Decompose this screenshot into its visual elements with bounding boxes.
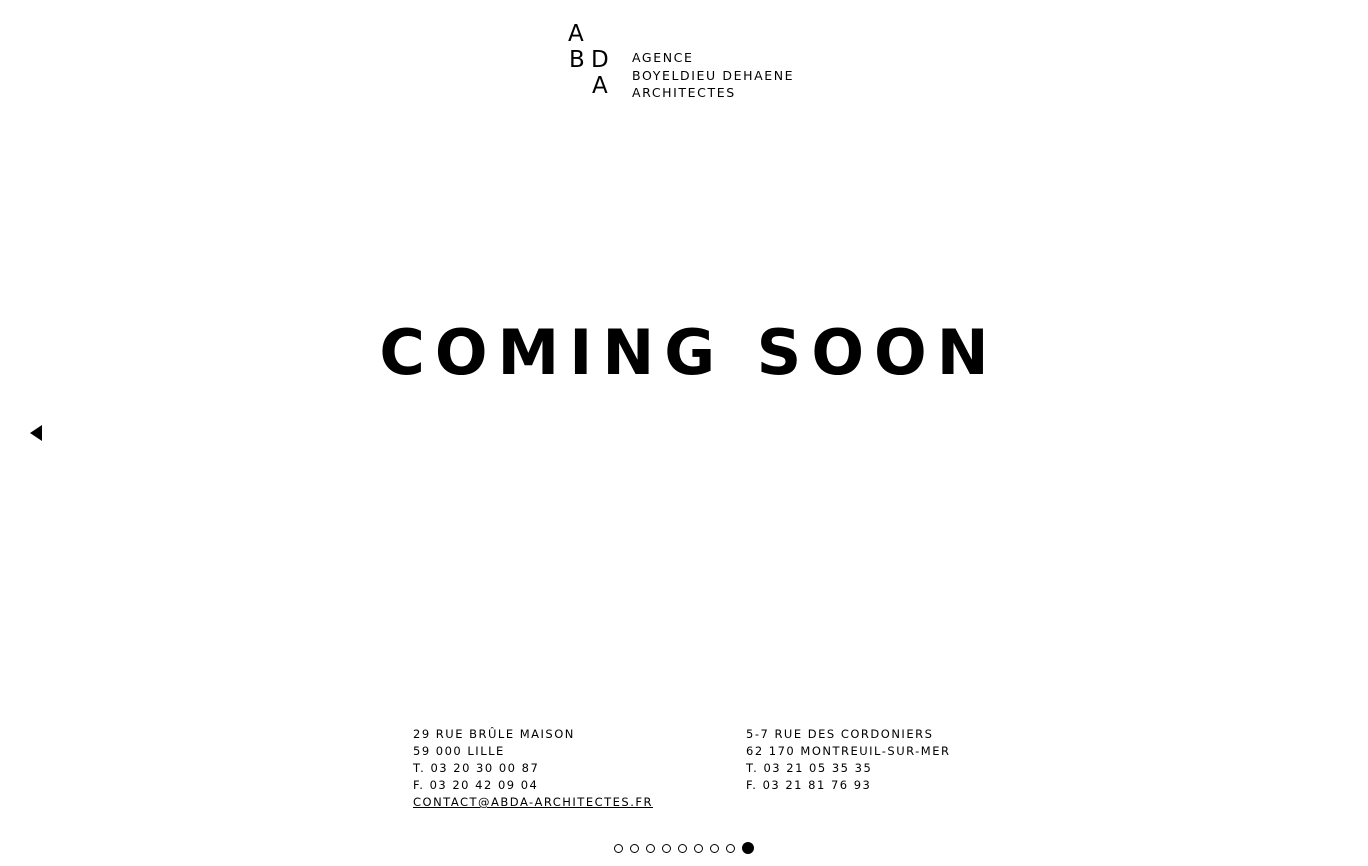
logo-mark-letter: D [591,47,609,73]
office-phone: T. 03 21 05 35 35 [746,761,873,775]
logo-mark-letter: A [568,21,584,47]
logo-mark: A B D A [566,22,618,98]
office-city: 62 170 MONTREUIL-SUR-MER [746,744,951,758]
slide-pager [614,842,754,854]
office-street: 5-7 RUE DES CORDONIERS [746,727,934,741]
pager-dot[interactable] [630,843,639,853]
office-city: 59 000 LILLE [413,744,505,758]
logo-line-architectes: ARCHITECTES [632,85,736,100]
office-fax: F. 03 21 81 76 93 [746,778,872,792]
logo-wordmark: AGENCE BOYELDIEU DEHAENE ARCHITECTES [632,49,794,102]
pager-dot-active[interactable] [742,842,754,854]
logo-mark-letter: B [569,47,585,73]
pager-dot[interactable] [694,843,703,853]
logo-line-name: BOYELDIEU DEHAENE [632,67,795,83]
logo-mark-letter: A [592,73,608,99]
office-address-lille: 29 RUE BRÛLE MAISON 59 000 LILLE T. 03 2… [413,726,653,811]
office-fax: F. 03 20 42 09 04 [413,778,539,792]
logo[interactable]: A B D A AGENCE BOYELDIEU DEHAENE ARCHITE… [566,22,806,102]
page-headline: COMING SOON [379,316,999,389]
pager-dot[interactable] [678,843,687,853]
pager-dot[interactable] [710,843,719,853]
pager-dot[interactable] [614,843,623,853]
pager-dot[interactable] [646,843,655,853]
contact-email-link[interactable]: CONTACT@ABDA-ARCHITECTES.FR [413,795,653,809]
pager-dot[interactable] [662,843,671,853]
logo-line-agence: AGENCE [632,50,694,65]
office-phone: T. 03 20 30 00 87 [413,761,540,775]
office-address-montreuil: 5-7 RUE DES CORDONIERS 62 170 MONTREUIL-… [746,726,951,794]
triangle-left-icon[interactable] [30,425,42,441]
office-street: 29 RUE BRÛLE MAISON [413,727,575,741]
pager-dot[interactable] [726,843,735,853]
